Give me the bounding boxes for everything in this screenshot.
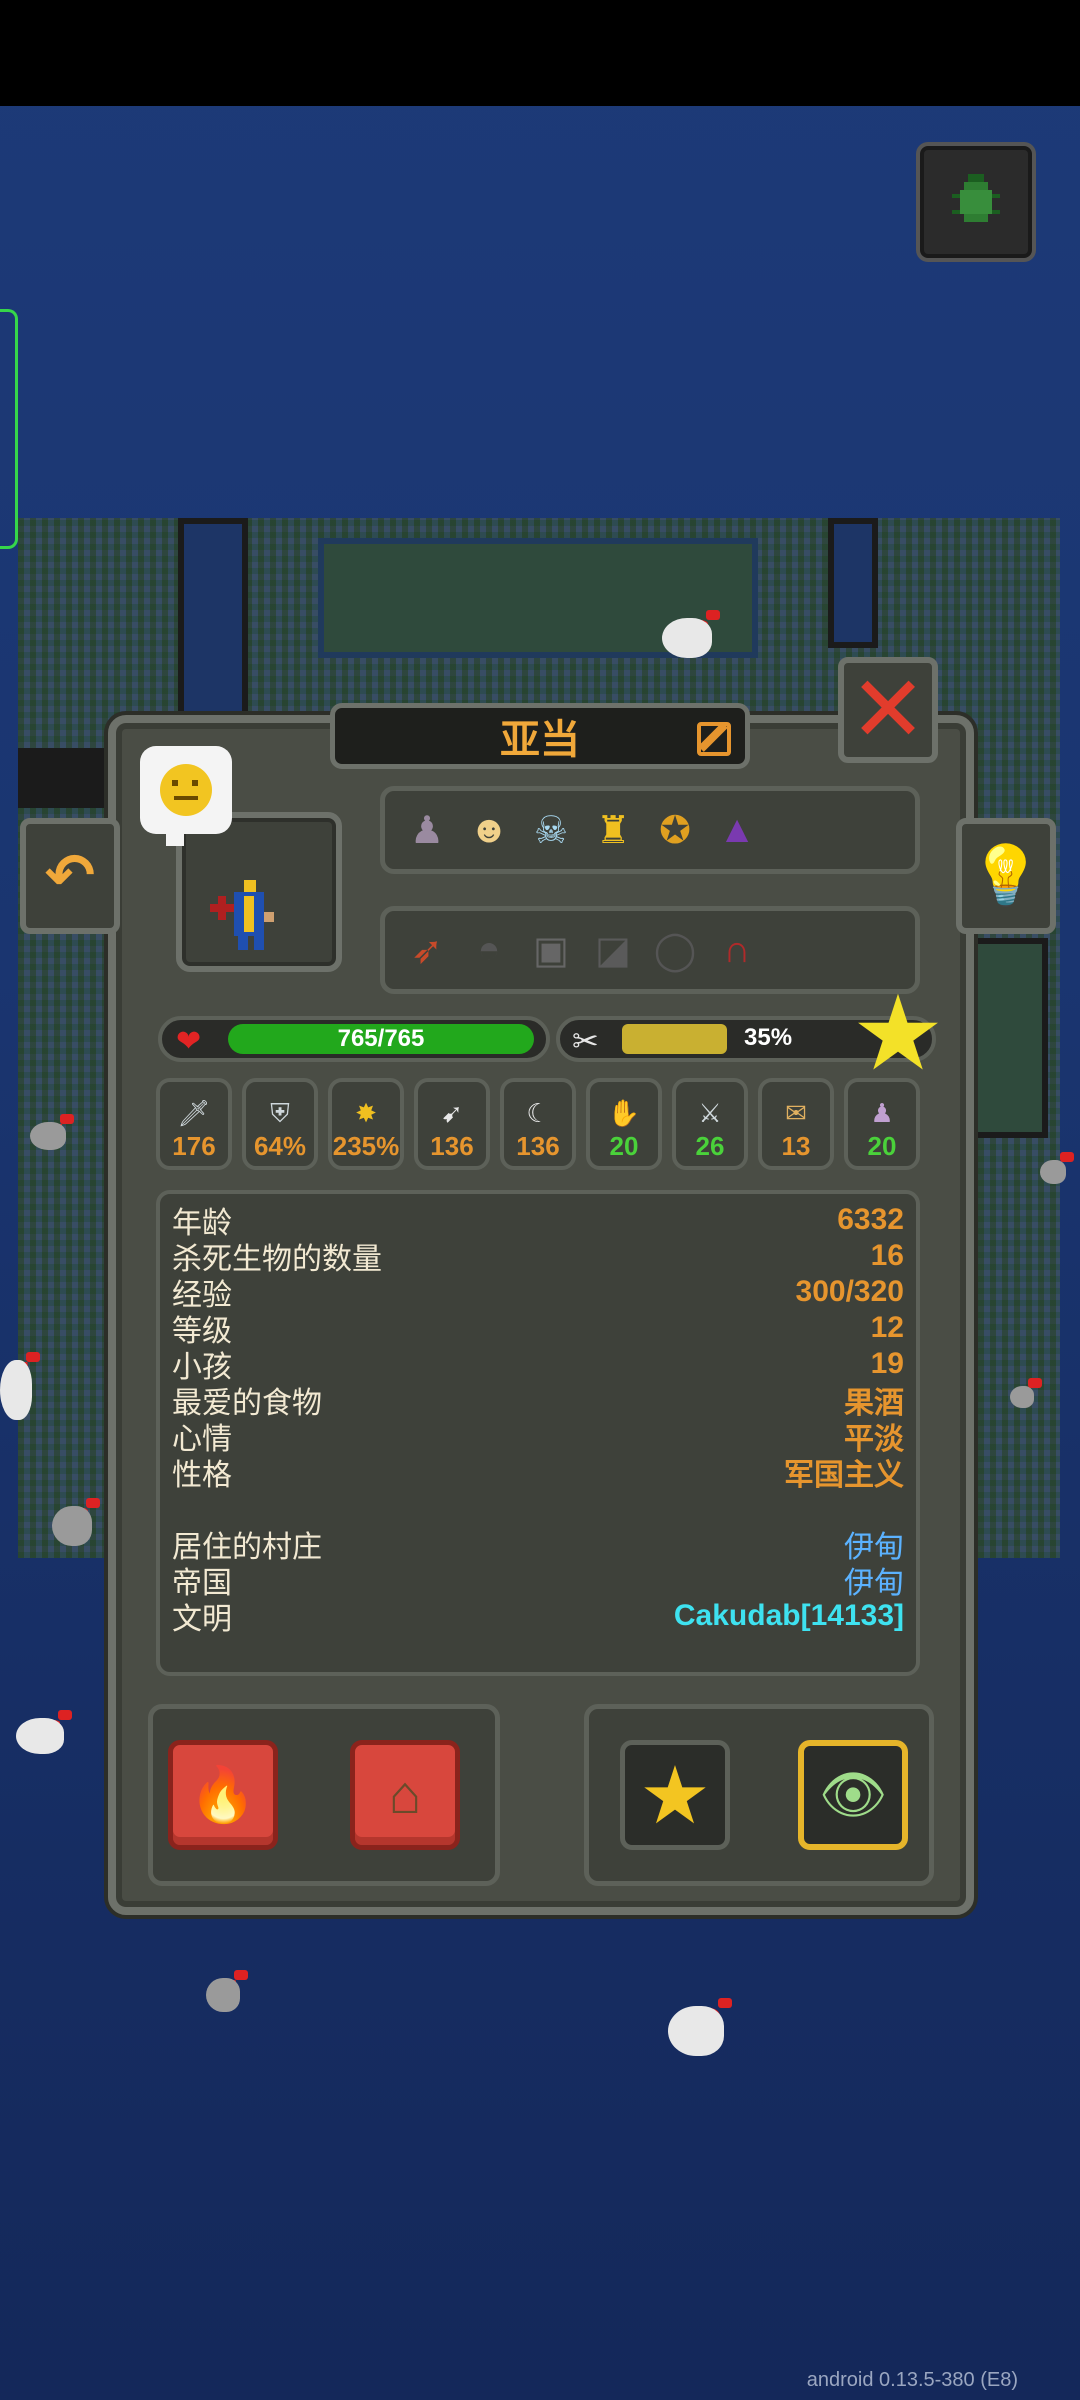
chicken[interactable] <box>1010 1378 1042 1408</box>
close-icon: ✕ <box>849 656 927 763</box>
status-bar <box>0 0 1080 106</box>
kingdom-link[interactable]: 伊甸 <box>844 1558 904 1602</box>
village-button[interactable]: ⌂ <box>350 1740 460 1850</box>
chicken[interactable] <box>206 1970 248 2012</box>
stat-diplomacy[interactable]: ✋ 20 <box>586 1078 662 1170</box>
name-plate[interactable]: 亚当 <box>330 703 750 769</box>
health-text: 765/765 <box>337 1025 425 1052</box>
shield-icon: ⛨ <box>270 1097 290 1128</box>
stat-intelligence[interactable]: ♟ 20 <box>844 1078 920 1170</box>
wizard-hat-icon[interactable]: ▲ <box>709 798 765 862</box>
statue-icon[interactable]: ♟ <box>399 798 455 862</box>
hunger-text: 35% <box>744 1024 793 1051</box>
info-row-culture: 文明 Cakudab[14133] <box>172 1599 904 1636</box>
fire-icon: 🔥 <box>189 1764 257 1825</box>
chicken[interactable] <box>30 1114 74 1150</box>
health-fill: 765/765 <box>228 1024 534 1054</box>
stat-stewardship[interactable]: ✉ 13 <box>758 1078 834 1170</box>
chicken[interactable] <box>0 1352 40 1420</box>
river <box>828 518 878 648</box>
mood-bubble <box>140 746 232 846</box>
culture-link[interactable]: Cakudab[14133] <box>674 1599 904 1633</box>
heart-icon: ❤ <box>176 1025 202 1058</box>
beetle-icon <box>952 174 1000 222</box>
info-box: 年龄 6332 杀死生物的数量 16 经验 300/320 等级 12 小孩 19 最爱的… <box>156 1190 920 1676</box>
back-arrow-icon: ↶ <box>44 842 96 909</box>
info-row-age: 年龄 6332 <box>172 1203 904 1240</box>
info-row-kingdom: 帝国 伊甸 <box>172 1562 904 1600</box>
side-panel-tab[interactable] <box>0 309 18 549</box>
info-row-exp: 经验 300/320 <box>172 1275 904 1312</box>
info-row-village: 居住的村庄 伊甸 <box>172 1526 904 1564</box>
character-name: 亚当 <box>500 718 580 762</box>
wall <box>968 938 1048 1138</box>
tips-button[interactable]: 💡 <box>956 818 1056 934</box>
stat-speed[interactable]: ➹ 136 <box>414 1078 490 1170</box>
character-sprite <box>210 872 300 962</box>
skull-icon[interactable]: ☠ <box>523 798 579 862</box>
river <box>178 518 248 738</box>
stat-attack-speed[interactable]: ☾ 136 <box>500 1078 576 1170</box>
edit-icon[interactable] <box>697 722 731 756</box>
info-row-level: 等级 12 <box>172 1311 904 1348</box>
boots-icon[interactable]: ◪ <box>585 918 641 982</box>
chicken[interactable] <box>1040 1152 1074 1184</box>
ring-icon[interactable]: ◯ <box>647 918 703 982</box>
traits-row: ♟ ☻ ☠ ♜ ✪ ▲ <box>380 786 920 874</box>
favorite-button[interactable]: ★ <box>620 1740 730 1850</box>
armor-icon[interactable]: ▣ <box>523 918 579 982</box>
info-row-food: 最爱的食物 果酒 <box>172 1387 904 1420</box>
diplomacy-icon: ✋ <box>607 1097 641 1128</box>
chicken[interactable] <box>662 610 720 658</box>
bug-power-button[interactable] <box>916 142 1036 262</box>
medal-icon[interactable]: ✪ <box>647 798 703 862</box>
bow-icon[interactable]: ➶ <box>399 918 455 982</box>
info-row-mood: 心情 平淡 <box>172 1423 904 1456</box>
follow-camera-button[interactable]: 👁 <box>798 1740 908 1850</box>
burn-unit-button[interactable]: 🔥 <box>168 1740 278 1850</box>
amulet-icon[interactable]: ∩ <box>709 918 765 982</box>
speed-icon: ➹ <box>441 1097 463 1128</box>
favorite-star-icon[interactable]: ★ <box>851 982 944 1086</box>
golden-tooth-icon[interactable]: ♜ <box>585 798 641 862</box>
health-bar: ❤ 765/765 <box>158 1016 550 1062</box>
star-icon: ★ <box>639 1750 711 1840</box>
sword-icon: 🗡 <box>177 1097 211 1128</box>
stat-damage[interactable]: 🗡 176 <box>156 1078 232 1170</box>
village-houses-icon: ⌂ <box>388 1765 422 1825</box>
intelligence-icon: ♟ <box>870 1097 894 1128</box>
blonde-face-icon[interactable]: ☻ <box>461 798 517 862</box>
helmet-icon[interactable]: ◓ <box>461 918 517 982</box>
crit-icon: ✸ <box>355 1097 377 1128</box>
info-row-children: 小孩 19 <box>172 1347 904 1384</box>
chicken[interactable] <box>668 1998 732 2056</box>
stats-row: 🗡 176 ⛨ 64% ✸ 235% ➹ 136 ☾ 136 ✋ 20 ⚔ 26 ✉ 13 ♟ 2… <box>156 1078 920 1170</box>
neutral-face-icon <box>160 764 212 816</box>
eye-icon: 👁 <box>818 1764 888 1825</box>
warfare-icon: ⚔ <box>698 1097 722 1128</box>
scythe-icon: ☾ <box>526 1097 550 1128</box>
chicken[interactable] <box>52 1498 100 1546</box>
cutlery-icon: ✂ <box>572 1023 599 1059</box>
stewardship-icon: ✉ <box>785 1097 807 1128</box>
close-button[interactable]: ✕ <box>838 657 938 763</box>
stat-armor[interactable]: ⛨ 64% <box>242 1078 318 1170</box>
equipment-row: ➶ ◓ ▣ ◪ ◯ ∩ <box>380 906 920 994</box>
stat-crit[interactable]: ✸ 235% <box>328 1078 404 1170</box>
stat-warfare[interactable]: ⚔ 26 <box>672 1078 748 1170</box>
info-row-kills: 杀死生物的数量 16 <box>172 1239 904 1276</box>
lightbulb-icon: 💡 <box>969 843 1043 908</box>
back-button[interactable]: ↶ <box>20 818 120 934</box>
hunger-fill <box>622 1024 727 1054</box>
version-label: android 0.13.5-380 (E8) <box>806 2369 1018 2391</box>
info-row-personality: 性格 军国主义 <box>172 1459 904 1492</box>
chicken[interactable] <box>16 1710 72 1754</box>
